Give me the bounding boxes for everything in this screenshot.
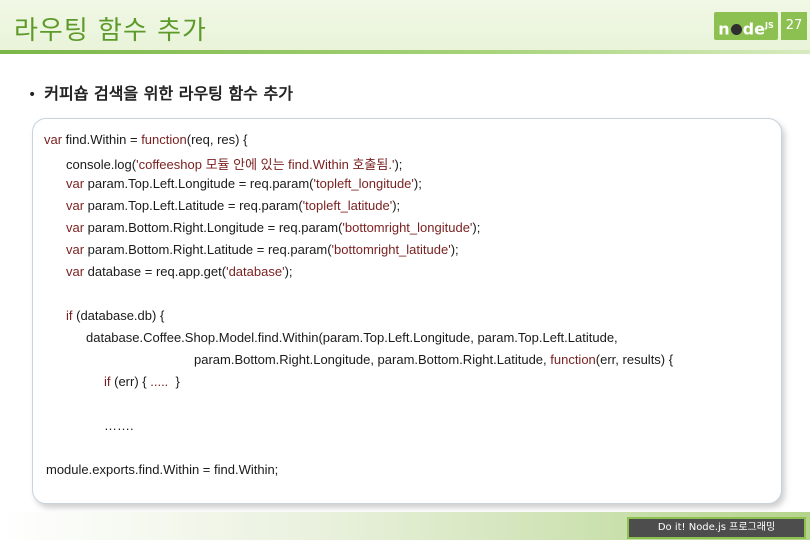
code-line-9: database.Coffee.Shop.Model.find.Within(p…: [86, 330, 618, 345]
keyword: function: [141, 132, 187, 147]
code-text: find.Within =: [62, 132, 142, 147]
string-literal: 'topleft_latitude': [302, 198, 393, 213]
code-text: …….: [104, 418, 134, 433]
code-text: database = req.app.get(: [84, 264, 227, 279]
code-text: database.Coffee.Shop.Model.find.Within(p…: [86, 330, 618, 345]
bullet-icon: •: [28, 87, 37, 103]
nodejs-logo: n deJS: [714, 12, 778, 40]
code-text: param.Bottom.Right.Longitude = req.param…: [84, 220, 343, 235]
keyword: var: [66, 220, 85, 235]
string-literal: 'bottomright_longitude': [342, 220, 473, 235]
code-line-1: var find.Within = function(req, res) {: [44, 132, 247, 147]
keyword: var: [66, 198, 85, 213]
code-text: param.Bottom.Right.Longitude, param.Bott…: [194, 352, 551, 367]
code-text: );: [413, 176, 422, 191]
keyword: var: [66, 176, 85, 191]
code-text: );: [472, 220, 481, 235]
code-text: }: [168, 374, 180, 389]
code-text: (database.db) {: [72, 308, 165, 323]
code-line-4: var param.Top.Left.Latitude = req.param(…: [66, 198, 400, 213]
code-line-3: var param.Top.Left.Longitude = req.param…: [66, 176, 422, 191]
code-text: module.exports.find.Within = find.Within…: [46, 462, 279, 477]
code-line-5: var param.Bottom.Right.Longitude = req.p…: [66, 220, 480, 235]
code-line-6: var param.Bottom.Right.Latitude = req.pa…: [66, 242, 459, 257]
page-number: 27: [781, 12, 807, 40]
code-line-10: param.Bottom.Right.Longitude, param.Bott…: [194, 352, 673, 367]
title-divider: [0, 50, 810, 54]
string-literal: 'bottomright_latitude': [331, 242, 451, 257]
bullet-item: • 커피숍 검색을 위한 라우팅 함수 추가: [28, 80, 293, 104]
ellipsis: .....: [150, 374, 169, 389]
logo-dot-icon: [730, 24, 742, 36]
code-text: );: [450, 242, 459, 257]
code-text: (req, res) {: [186, 132, 248, 147]
code-text: param.Top.Left.Longitude = req.param(: [84, 176, 314, 191]
string-literal: 'coffeeshop 모듈 안에 있는 find.Within 호출됨.': [136, 157, 395, 172]
slide-title: 라우팅 함수 추가: [14, 16, 207, 46]
keyword: var: [66, 264, 85, 279]
footer-badge: Do it! Node.js 프로그래밍: [627, 517, 806, 539]
bullet-text: 커피숍 검색을 위한 라우팅 함수 추가: [44, 84, 293, 103]
code-line-7: var database = req.app.get('database');: [66, 264, 293, 279]
logo-suffix: JS: [764, 21, 774, 30]
code-text: );: [394, 157, 403, 172]
code-line-13: module.exports.find.Within = find.Within…: [46, 462, 278, 477]
code-text: param.Top.Left.Latitude = req.param(: [84, 198, 303, 213]
keyword: var: [66, 242, 85, 257]
code-text: param.Bottom.Right.Latitude = req.param(: [84, 242, 332, 257]
logo-text-left: n: [718, 19, 730, 39]
string-literal: 'database': [226, 264, 285, 279]
code-text: console.log(: [66, 157, 137, 172]
code-line-11: if (err) { ..... }: [104, 374, 180, 389]
code-text: (err, results) {: [595, 352, 674, 367]
keyword: function: [550, 352, 596, 367]
code-text: (err) {: [110, 374, 151, 389]
logo-text-right: de: [742, 19, 765, 39]
code-line-2: console.log('coffeeshop 모듈 안에 있는 find.Wi…: [66, 154, 402, 173]
code-line-12: …….: [104, 418, 134, 433]
code-text: );: [284, 264, 293, 279]
string-literal: 'topleft_longitude': [313, 176, 414, 191]
code-text: );: [392, 198, 401, 213]
keyword: var: [44, 132, 63, 147]
code-line-8: if (database.db) {: [66, 308, 164, 323]
